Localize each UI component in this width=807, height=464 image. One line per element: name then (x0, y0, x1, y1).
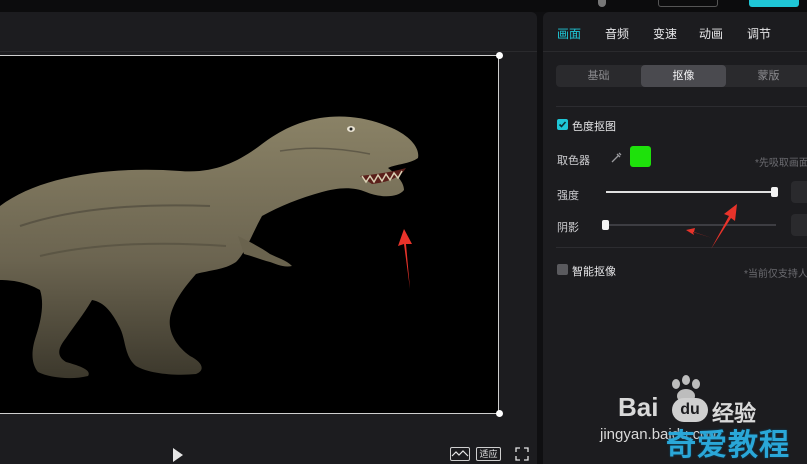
inspector-panel: 画面 音频 变速 动画 调节 基础 抠像 蒙版 色度抠图 取色器 *先吸取画面 … (543, 12, 807, 464)
picker-hint: *先吸取画面 (755, 158, 807, 169)
canvas-handle-top[interactable] (496, 52, 503, 59)
canvas-handle-bottom[interactable] (496, 410, 503, 417)
eyedropper-icon[interactable] (610, 151, 623, 164)
intensity-label: 强度 (557, 190, 579, 202)
subtab-mask[interactable]: 蒙版 (726, 65, 807, 87)
smart-cutout-checkbox[interactable] (557, 264, 568, 275)
shadow-slider-knob[interactable] (602, 220, 609, 230)
tab-picture[interactable]: 画面 (557, 25, 581, 42)
smart-cutout-hint: *当前仅支持人 (744, 269, 807, 280)
shadow-slider[interactable] (606, 224, 776, 226)
top-dot (598, 0, 606, 7)
preview-footer: 适应 (0, 442, 537, 464)
fit-button[interactable]: 适应 (476, 447, 501, 461)
preview-panel: 适应 (0, 12, 537, 464)
inspector-tabs: 画面 音频 变速 动画 调节 (543, 12, 807, 52)
waveform-icon[interactable] (450, 447, 470, 461)
divider (556, 106, 807, 107)
intensity-slider[interactable] (606, 191, 776, 193)
watermark-brand: Bai (618, 392, 659, 422)
chroma-key-checkbox[interactable] (557, 119, 568, 130)
shadow-label: 阴影 (557, 222, 579, 234)
top-bar (0, 0, 807, 12)
watermark-stamp: 奇爱教程 (666, 429, 790, 462)
top-button[interactable] (658, 0, 718, 7)
watermark-du-mark: du (672, 398, 708, 422)
chroma-key-label: 色度抠图 (572, 121, 616, 133)
check-icon (558, 121, 567, 128)
tab-adjust[interactable]: 调节 (747, 25, 771, 42)
export-button[interactable] (749, 0, 799, 7)
preview-canvas[interactable] (0, 55, 499, 414)
color-picker-label: 取色器 (557, 155, 590, 167)
tab-audio[interactable]: 音频 (605, 25, 629, 42)
shadow-value-box[interactable] (791, 214, 807, 236)
preview-header (0, 12, 537, 52)
tab-animation[interactable]: 动画 (699, 25, 723, 42)
play-icon[interactable] (172, 448, 184, 462)
intensity-value-box[interactable] (791, 181, 807, 203)
subtab-switcher: 基础 抠像 蒙版 (556, 65, 807, 87)
divider (556, 247, 807, 248)
picker-color-swatch[interactable] (630, 146, 651, 167)
dinosaur-image (0, 116, 419, 379)
fullscreen-icon[interactable] (515, 447, 529, 461)
intensity-slider-knob[interactable] (771, 187, 778, 197)
tab-speed[interactable]: 变速 (653, 25, 677, 42)
smart-cutout-label: 智能抠像 (572, 266, 616, 278)
subtab-cutout[interactable]: 抠像 (641, 65, 726, 87)
subtab-basic[interactable]: 基础 (556, 65, 641, 87)
